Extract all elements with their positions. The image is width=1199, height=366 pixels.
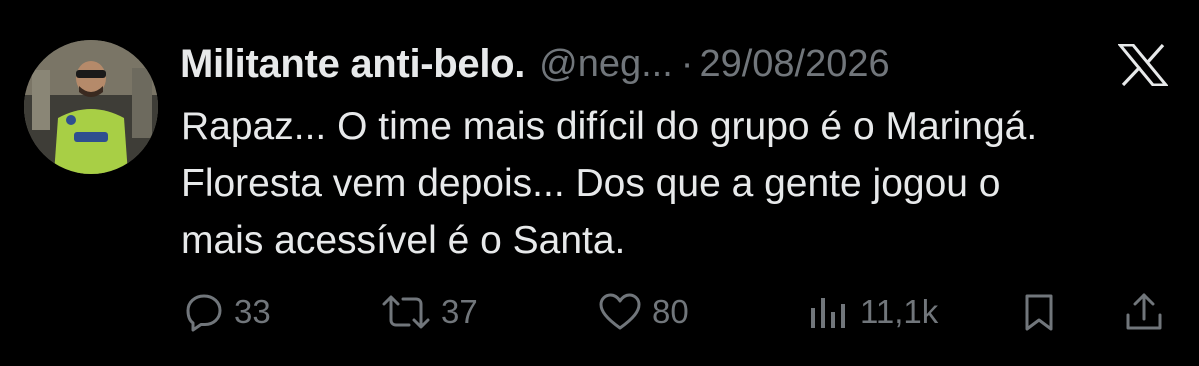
retweet-button[interactable]: 37 — [381, 288, 478, 336]
retweet-icon — [382, 295, 430, 329]
views-button[interactable]: 11,1k — [806, 288, 938, 336]
like-count: 80 — [652, 293, 689, 330]
tweet-text: Rapaz... O time mais difícil do grupo é … — [181, 105, 1038, 262]
display-name[interactable]: Militante anti-belo. — [180, 42, 525, 87]
reply-icon — [186, 294, 222, 332]
separator: · — [680, 42, 694, 85]
share-button[interactable] — [1123, 288, 1165, 336]
like-button[interactable]: 80 — [598, 288, 689, 336]
tweet-card[interactable]: Militante anti-belo. @neg... · 29/08/202… — [0, 0, 1199, 366]
tweet-header: Militante anti-belo. @neg... · 29/08/202… — [180, 38, 890, 90]
share-icon — [1126, 293, 1162, 330]
bookmark-button[interactable] — [1019, 288, 1059, 336]
x-logo-icon — [1118, 44, 1168, 86]
reply-button[interactable]: 33 — [184, 288, 271, 336]
bookmark-icon — [1025, 294, 1053, 331]
retweet-count: 37 — [441, 293, 478, 330]
user-handle[interactable]: @neg... — [539, 43, 673, 86]
reply-count: 33 — [234, 293, 271, 330]
views-icon — [811, 298, 845, 328]
heart-icon — [599, 293, 641, 330]
avatar[interactable] — [24, 40, 158, 174]
tweet-date[interactable]: 29/08/2026 — [699, 43, 889, 86]
views-count: 11,1k — [860, 293, 939, 330]
action-bar: 33 37 80 11,1k — [0, 288, 1199, 336]
avatar-photo — [24, 40, 158, 174]
